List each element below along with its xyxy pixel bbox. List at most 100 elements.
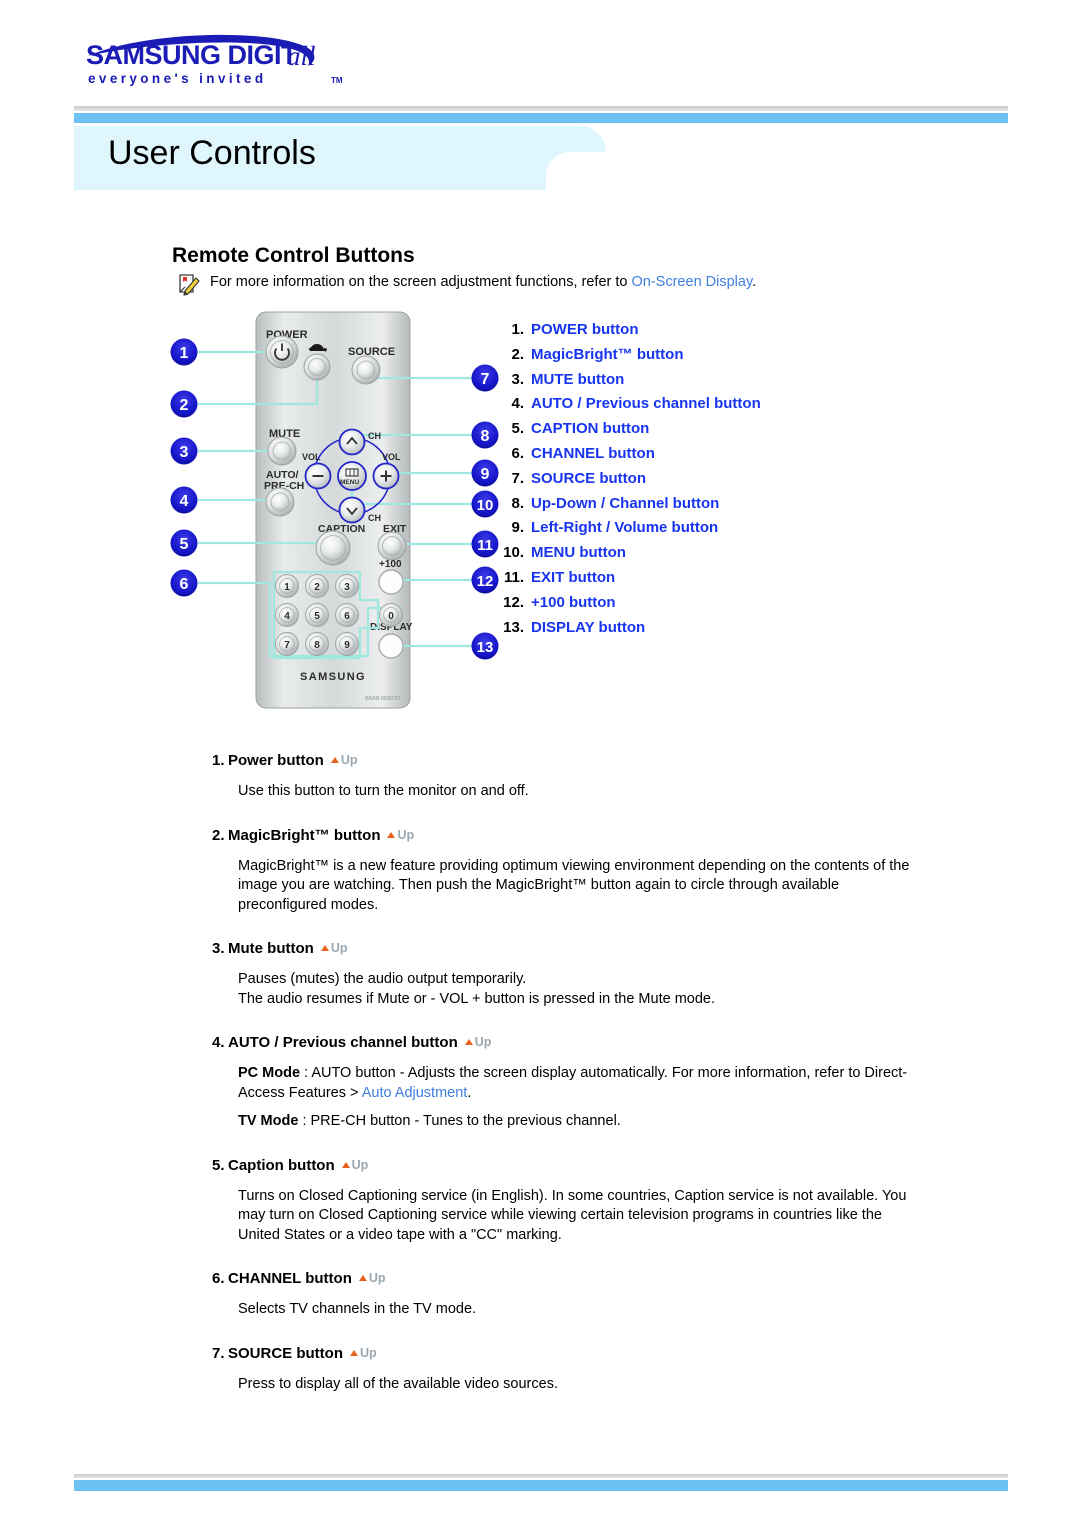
svg-text:2: 2 [314, 582, 320, 593]
callout-3: 3 [170, 437, 198, 465]
legend-label: SOURCE button [531, 469, 646, 487]
legend-number: 6. [511, 444, 524, 462]
legend-item-3: 3. MUTE button [498, 368, 818, 393]
desc-number: 6. [212, 1270, 225, 1287]
svg-text:4: 4 [284, 611, 290, 622]
svg-text:13: 13 [477, 639, 494, 656]
legend-label: EXIT button [531, 568, 616, 586]
legend-item-11: 11. EXIT button [498, 566, 818, 591]
desc-title: Mute button [228, 940, 314, 957]
keypad-key-6: 6 [335, 603, 359, 627]
legend-item-5: 5. CAPTION button [498, 417, 818, 442]
keypad-key-7: 7 [275, 632, 299, 656]
up-link-7[interactable]: Up [349, 1346, 377, 1360]
legend-label: MENU button [531, 544, 626, 562]
header-blue-bar [74, 113, 1008, 123]
callout-10: 10 [471, 490, 499, 518]
desc-number: 1. [212, 752, 225, 769]
desc-heading-2: 2. MagicBright™ button Up [212, 827, 912, 844]
triangle-up-icon [358, 1275, 367, 1281]
remote-label-ch-bottom: CH [368, 513, 381, 523]
legend-number: 4. [511, 395, 524, 413]
legend-label: CAPTION button [531, 420, 650, 438]
legend-item-12: 12. +100 button [498, 591, 818, 616]
button-descriptions: 1. Power button Up Use this button to turn… [212, 752, 912, 1394]
triangle-up-icon [464, 1039, 473, 1045]
desc-title: CHANNEL button [228, 1270, 352, 1287]
remote-label-vol-left: VOL [302, 452, 321, 462]
desc-paragraph-7: Press to display all of the available vi… [238, 1375, 558, 1392]
svg-text:6: 6 [344, 611, 350, 622]
up-link-1[interactable]: Up [330, 753, 358, 767]
svg-text:7: 7 [284, 640, 290, 651]
remote-label-plus100: +100 [379, 559, 402, 570]
footer-blue-bar [74, 1480, 1008, 1491]
svg-text:everyone's invited: everyone's invited [88, 71, 266, 86]
keypad-key-0: 0 [379, 603, 403, 627]
up-link-4[interactable]: Up [464, 1035, 492, 1049]
desc-paragraph-5: Turns on Closed Captioning service (in E… [238, 1187, 907, 1243]
svg-text:SAMSUNG DIGIT: SAMSUNG DIGIT [86, 40, 298, 70]
svg-text:1: 1 [180, 345, 189, 362]
svg-text:9: 9 [344, 640, 350, 651]
desc-paragraph-3b: The audio resumes if Mute or - VOL + but… [238, 990, 715, 1007]
legend-number: 1. [511, 321, 524, 338]
legend-label: POWER button [531, 321, 639, 338]
section-title: Remote Control Buttons [172, 244, 415, 267]
svg-text:5: 5 [180, 536, 189, 553]
up-link-5[interactable]: Up [341, 1158, 368, 1172]
note-text-prefix: For more information on the screen adjus… [210, 274, 632, 290]
legend-number: 8. [511, 494, 524, 512]
svg-text:all: all [287, 41, 316, 71]
legend-item-8: 8. Up-Down / Channel button [498, 492, 818, 517]
note-text: For more information on the screen adjus… [210, 270, 756, 291]
legend-label: MUTE button [531, 370, 625, 388]
keypad-key-4: 4 [275, 603, 299, 627]
pc-mode-label: PC Mode [238, 1065, 301, 1081]
desc-paragraph-4-pc: PC Mode : AUTO button - Adjusts the scre… [238, 1064, 912, 1103]
svg-text:9: 9 [481, 466, 490, 483]
desc-paragraph-4-tv: TV Mode : PRE-CH button - Tunes to the p… [238, 1112, 912, 1132]
legend-number: 5. [511, 420, 524, 438]
svg-text:5: 5 [314, 611, 320, 622]
remote-label-ch-top: CH [368, 431, 381, 441]
up-link-6[interactable]: Up [358, 1271, 386, 1285]
keypad-key-8: 8 [305, 632, 329, 656]
legend-item-6: 6. CHANNEL button [498, 442, 818, 467]
desc-paragraph-3a: Pauses (mutes) the audio output temporar… [238, 971, 527, 987]
legend-label: +100 button [531, 593, 616, 611]
triangle-up-icon [387, 831, 396, 838]
legend-number: 9. [511, 519, 524, 537]
legend-number: 3. [511, 370, 524, 388]
triangle-up-icon [349, 1349, 358, 1356]
on-screen-display-link[interactable]: On-Screen Display [632, 274, 753, 290]
callout-7: 7 [471, 364, 499, 392]
desc-number: 3. [212, 940, 225, 957]
footer-gray-rule [74, 1474, 1008, 1478]
desc-paragraph-2: MagicBright™ is a new feature providing … [238, 857, 910, 913]
tv-mode-label: TV Mode [238, 1113, 299, 1129]
legend-label: MagicBright™ button [531, 345, 684, 363]
samsung-logo: SAMSUNG DIGIT all everyone's invited TM [72, 30, 372, 92]
auto-adjustment-link[interactable]: Auto Adjustment [362, 1085, 468, 1101]
pc-mode-end: . [467, 1084, 472, 1101]
up-link-3[interactable]: Up [320, 941, 347, 955]
keypad-key-1: 1 [275, 574, 299, 598]
svg-text:7: 7 [481, 371, 490, 388]
desc-heading-3: 3. Mute button Up [212, 940, 912, 957]
legend-number: 12. [503, 593, 524, 611]
svg-text:1: 1 [284, 582, 290, 593]
page-title-band-notch-cover [546, 152, 608, 190]
note-text-suffix: . [752, 274, 757, 290]
desc-number: 4. [212, 1034, 225, 1051]
legend-item-9: 9. Left-Right / Volume button [498, 516, 818, 541]
desc-title: MagicBright™ button [228, 826, 381, 844]
callout-11: 11 [471, 530, 499, 558]
svg-text:4: 4 [180, 493, 189, 510]
up-link-2[interactable]: Up [387, 828, 414, 842]
legend-item-13: 13. DISPLAY button [498, 616, 818, 641]
svg-text:3: 3 [180, 444, 189, 461]
up-label: Up [474, 1035, 492, 1049]
up-label: Up [397, 827, 415, 842]
svg-text:6: 6 [180, 576, 189, 593]
